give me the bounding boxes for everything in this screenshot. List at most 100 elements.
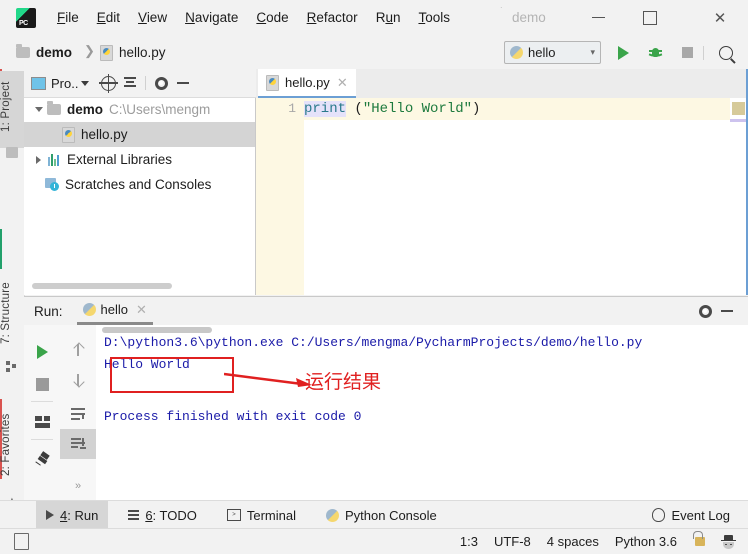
chevron-down-icon (81, 80, 90, 86)
project-view-selector[interactable]: Pro.. (31, 75, 90, 91)
unlock-icon[interactable] (693, 531, 705, 546)
more-button[interactable]: » (60, 471, 96, 501)
maximize-button[interactable] (627, 0, 673, 35)
console-output[interactable]: D:\python3.6\python.exe C:/Users/mengma/… (96, 325, 748, 501)
menu-item-file[interactable]: File (48, 0, 88, 35)
document-icon[interactable] (14, 533, 29, 550)
tree-node-hello-py-label: hello.py (81, 127, 128, 142)
title-bar: PC File Edit View Navigate Code Refactor… (0, 0, 748, 36)
close-icon: ✕ (713, 9, 727, 27)
breadcrumb-demo[interactable]: demo (16, 35, 72, 69)
python-file-icon (266, 75, 280, 91)
indent-setting[interactable]: 4 spaces (547, 534, 599, 549)
tree-node-demo[interactable]: demo C:\Users\mengm (24, 97, 255, 122)
restore-layout-button[interactable] (24, 407, 60, 437)
tree-node-external-libraries[interactable]: External Libraries (24, 147, 255, 172)
run-panel-toolbar-left (24, 325, 61, 501)
python-file-icon (100, 44, 114, 61)
collapse-all-button[interactable] (119, 69, 141, 97)
menu-item-navigate[interactable]: Navigate (176, 0, 247, 35)
bottom-item-python-console[interactable]: Python Console (316, 501, 447, 529)
arrow-down-icon (73, 373, 83, 387)
hector-icon[interactable] (721, 534, 736, 549)
folder-icon (16, 43, 30, 58)
bottom-item-todo[interactable]: 6: TODO (118, 501, 207, 529)
soft-wrap-icon (71, 408, 85, 420)
project-tool-window: Pro.. demo C:\Users\mengm hello.py Exter… (24, 69, 262, 295)
tree-node-hello-py[interactable]: hello.py (24, 122, 255, 147)
run-panel-settings-button[interactable] (694, 297, 716, 325)
bug-icon (648, 46, 662, 59)
scroll-end-icon (71, 438, 86, 450)
code-open-paren: ( (354, 101, 363, 117)
sidebar-item-structure[interactable]: 7: Structure (0, 269, 24, 357)
bottom-item-terminal[interactable]: > Terminal (217, 501, 306, 529)
breadcrumb-hello-py[interactable]: hello.py (100, 35, 166, 69)
run-button[interactable] (611, 41, 635, 64)
collapse-icon (124, 77, 137, 89)
menu-item-view[interactable]: View (129, 0, 176, 35)
chevron-double-icon: » (74, 480, 82, 492)
bottom-item-run[interactable]: 4: Run (36, 501, 109, 529)
rerun-button[interactable] (24, 337, 60, 367)
search-everywhere-button[interactable] (714, 41, 738, 64)
tree-node-scratches[interactable]: Scratches and Consoles (24, 172, 255, 197)
breadcrumb-hello-py-label: hello.py (119, 44, 166, 60)
down-stacktrace-button[interactable] (60, 365, 96, 395)
pycharm-logo-icon: PC (16, 8, 36, 28)
minus-icon (721, 310, 733, 312)
editor-tab-hello-py[interactable]: hello.py ✕ (258, 69, 356, 98)
chevron-down-icon: ▾ (590, 47, 595, 57)
editor-scroll-marker (732, 102, 745, 115)
soft-wrap-button[interactable] (60, 399, 96, 429)
file-encoding[interactable]: UTF-8 (494, 534, 531, 549)
event-log-button[interactable]: Event Log (642, 501, 740, 529)
menu-item-refactor[interactable]: Refactor (298, 0, 367, 35)
run-configuration-selector[interactable]: hello ▾ (504, 41, 601, 64)
menu-item-code[interactable]: Code (247, 0, 297, 35)
locate-file-button[interactable] (97, 69, 119, 97)
console-horizontal-scrollbar[interactable] (102, 327, 212, 333)
run-panel-toolbar-right: » (60, 325, 97, 501)
code-area[interactable]: print ("Hello World") (304, 98, 730, 295)
scroll-to-end-button[interactable] (60, 429, 96, 459)
layout-icon (34, 416, 50, 428)
chevron-right-icon[interactable] (32, 156, 45, 164)
close-button[interactable]: ✕ (697, 0, 743, 35)
menu-item-tools[interactable]: Tools (409, 0, 459, 35)
breadcrumb-demo-label: demo (36, 44, 73, 60)
bottom-item-python-console-label: Python Console (344, 507, 437, 523)
project-settings-button[interactable] (150, 69, 172, 97)
event-log-label: Event Log (671, 507, 730, 523)
python-interpreter[interactable]: Python 3.6 (615, 534, 677, 549)
menu-item-edit[interactable]: Edit (88, 0, 129, 35)
scratches-icon (45, 178, 60, 191)
sidebar-item-project[interactable]: 1: Project (0, 71, 24, 148)
stop-button[interactable] (675, 41, 699, 64)
sidebar-item-favorites[interactable]: 2: Favorites (0, 399, 24, 491)
debug-button[interactable] (643, 41, 667, 64)
gear-icon (698, 304, 712, 318)
navigation-bar: demo ❯ hello.py hello ▾ (0, 35, 748, 69)
close-icon[interactable]: ✕ (136, 302, 147, 318)
close-icon[interactable]: ✕ (337, 75, 348, 91)
pin-tab-button[interactable] (24, 445, 60, 475)
chevron-down-icon[interactable] (32, 107, 45, 112)
code-line-1[interactable]: print ("Hello World") (304, 98, 730, 120)
run-panel-label: Run: (34, 303, 63, 319)
tree-node-demo-path: C:\Users\mengm (109, 102, 211, 117)
hide-run-panel-button[interactable] (716, 297, 738, 325)
project-panel-horizontal-scrollbar[interactable] (32, 283, 172, 289)
stop-process-button[interactable] (24, 369, 60, 399)
up-stacktrace-button[interactable] (60, 335, 96, 365)
minimize-button[interactable] (575, 0, 621, 35)
project-view-label: Pro.. (51, 75, 79, 91)
window-project-title: demo (512, 10, 546, 25)
bottom-item-todo-label: 6: TODO (145, 507, 197, 523)
run-tab-hello[interactable]: hello ✕ (76, 297, 153, 325)
console-line-command: D:\python3.6\python.exe C:/Users/mengma/… (104, 335, 643, 350)
menu-item-run[interactable]: Run (367, 0, 410, 35)
caret-position[interactable]: 1:3 (460, 534, 478, 549)
python-file-icon (62, 127, 76, 143)
hide-project-panel-button[interactable] (172, 69, 194, 97)
